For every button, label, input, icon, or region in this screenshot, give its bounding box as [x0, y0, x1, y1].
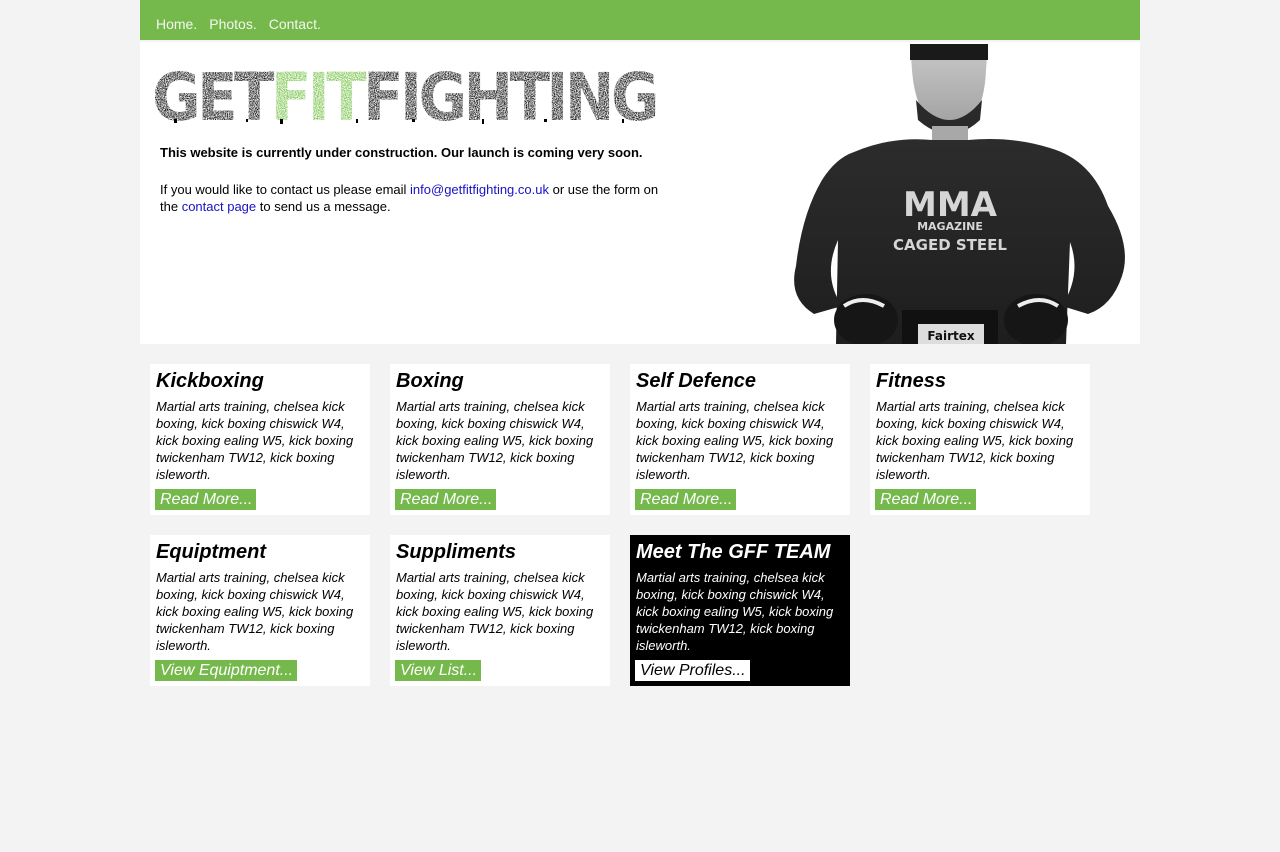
- logo-word-fit: FIT: [271, 64, 367, 124]
- card-fitness: Fitness Martial arts training, chelsea k…: [870, 364, 1090, 515]
- card-description: Martial arts training, chelsea kick boxi…: [156, 399, 354, 482]
- card-title: Suppliments: [396, 541, 517, 563]
- read-more-button[interactable]: Read More...: [875, 489, 977, 510]
- construction-notice: This website is currently under construc…: [160, 145, 643, 160]
- contact-text-start: If you would like to contact us please e…: [160, 182, 411, 197]
- card-boxing: Boxing Martial arts training, chelsea ki…: [390, 364, 610, 515]
- top-navigation: Home. Photos. Contact.: [140, 0, 1140, 40]
- contact-text-end: to send us a message.: [256, 199, 391, 214]
- card-suppliments: Suppliments Martial arts training, chels…: [390, 535, 610, 686]
- svg-text:GETFITFIGHTING: GETFITFIGHTING: [152, 64, 656, 124]
- card-description: Martial arts training, chelsea kick boxi…: [876, 399, 1074, 482]
- nav-home-link[interactable]: Home.: [156, 16, 197, 32]
- intro-text: This website is currently under construc…: [160, 144, 670, 215]
- card-kickboxing: Kickboxing Martial arts training, chelse…: [150, 364, 370, 515]
- card-self-defence: Self Defence Martial arts training, chel…: [630, 364, 850, 515]
- contact-page-link[interactable]: contact page: [182, 199, 256, 214]
- card-description: Martial arts training, chelsea kick boxi…: [396, 570, 594, 653]
- card-description: Martial arts training, chelsea kick boxi…: [636, 399, 834, 482]
- card-title: Boxing: [396, 370, 464, 392]
- logo-word-fighting: FIGHTING: [363, 64, 656, 124]
- shirt-magazine-text: MAGAZINE: [917, 220, 983, 233]
- read-more-button[interactable]: Read More...: [635, 489, 737, 510]
- view-list-button[interactable]: View List...: [395, 660, 482, 681]
- card-title: Self Defence: [636, 370, 757, 392]
- site-logo: GETFITFIGHTING: [152, 64, 656, 124]
- view-profiles-button[interactable]: View Profiles...: [635, 660, 750, 681]
- card-description: Martial arts training, chelsea kick boxi…: [396, 399, 594, 482]
- hero-section: GETFITFIGHTING This website is currently…: [140, 42, 1140, 344]
- shirt-logo-text: MMA: [903, 185, 998, 225]
- read-more-button[interactable]: Read More...: [395, 489, 497, 510]
- card-title: Fitness: [876, 370, 947, 392]
- belt-brand-text: Fairtex: [927, 329, 974, 343]
- logo-word-get: GET: [152, 64, 274, 124]
- card-title: Meet The GFF TEAM: [636, 541, 831, 563]
- nav-photos-link[interactable]: Photos.: [209, 16, 256, 32]
- card-description: Martial arts training, chelsea kick boxi…: [156, 570, 354, 653]
- shirt-brand-text: CAGED STEEL: [893, 236, 1007, 254]
- fighter-photo: MMA MAGAZINE CAGED STEEL Fairtex: [792, 44, 1132, 344]
- card-title: Equiptment: [156, 541, 266, 563]
- card-equiptment: Equiptment Martial arts training, chelse…: [150, 535, 370, 686]
- card-title: Kickboxing: [156, 370, 264, 392]
- view-equiptment-button[interactable]: View Equiptment...: [155, 660, 298, 681]
- read-more-button[interactable]: Read More...: [155, 489, 257, 510]
- page-wrapper: Home. Photos. Contact. GETFITFIGHTING: [140, 0, 1140, 344]
- card-description: Martial arts training, chelsea kick boxi…: [636, 570, 834, 653]
- email-link[interactable]: info@getfitfighting.co.uk: [410, 182, 549, 197]
- card-meet-the-team: Meet The GFF TEAM Martial arts training,…: [630, 535, 850, 686]
- nav-contact-link[interactable]: Contact.: [269, 16, 321, 32]
